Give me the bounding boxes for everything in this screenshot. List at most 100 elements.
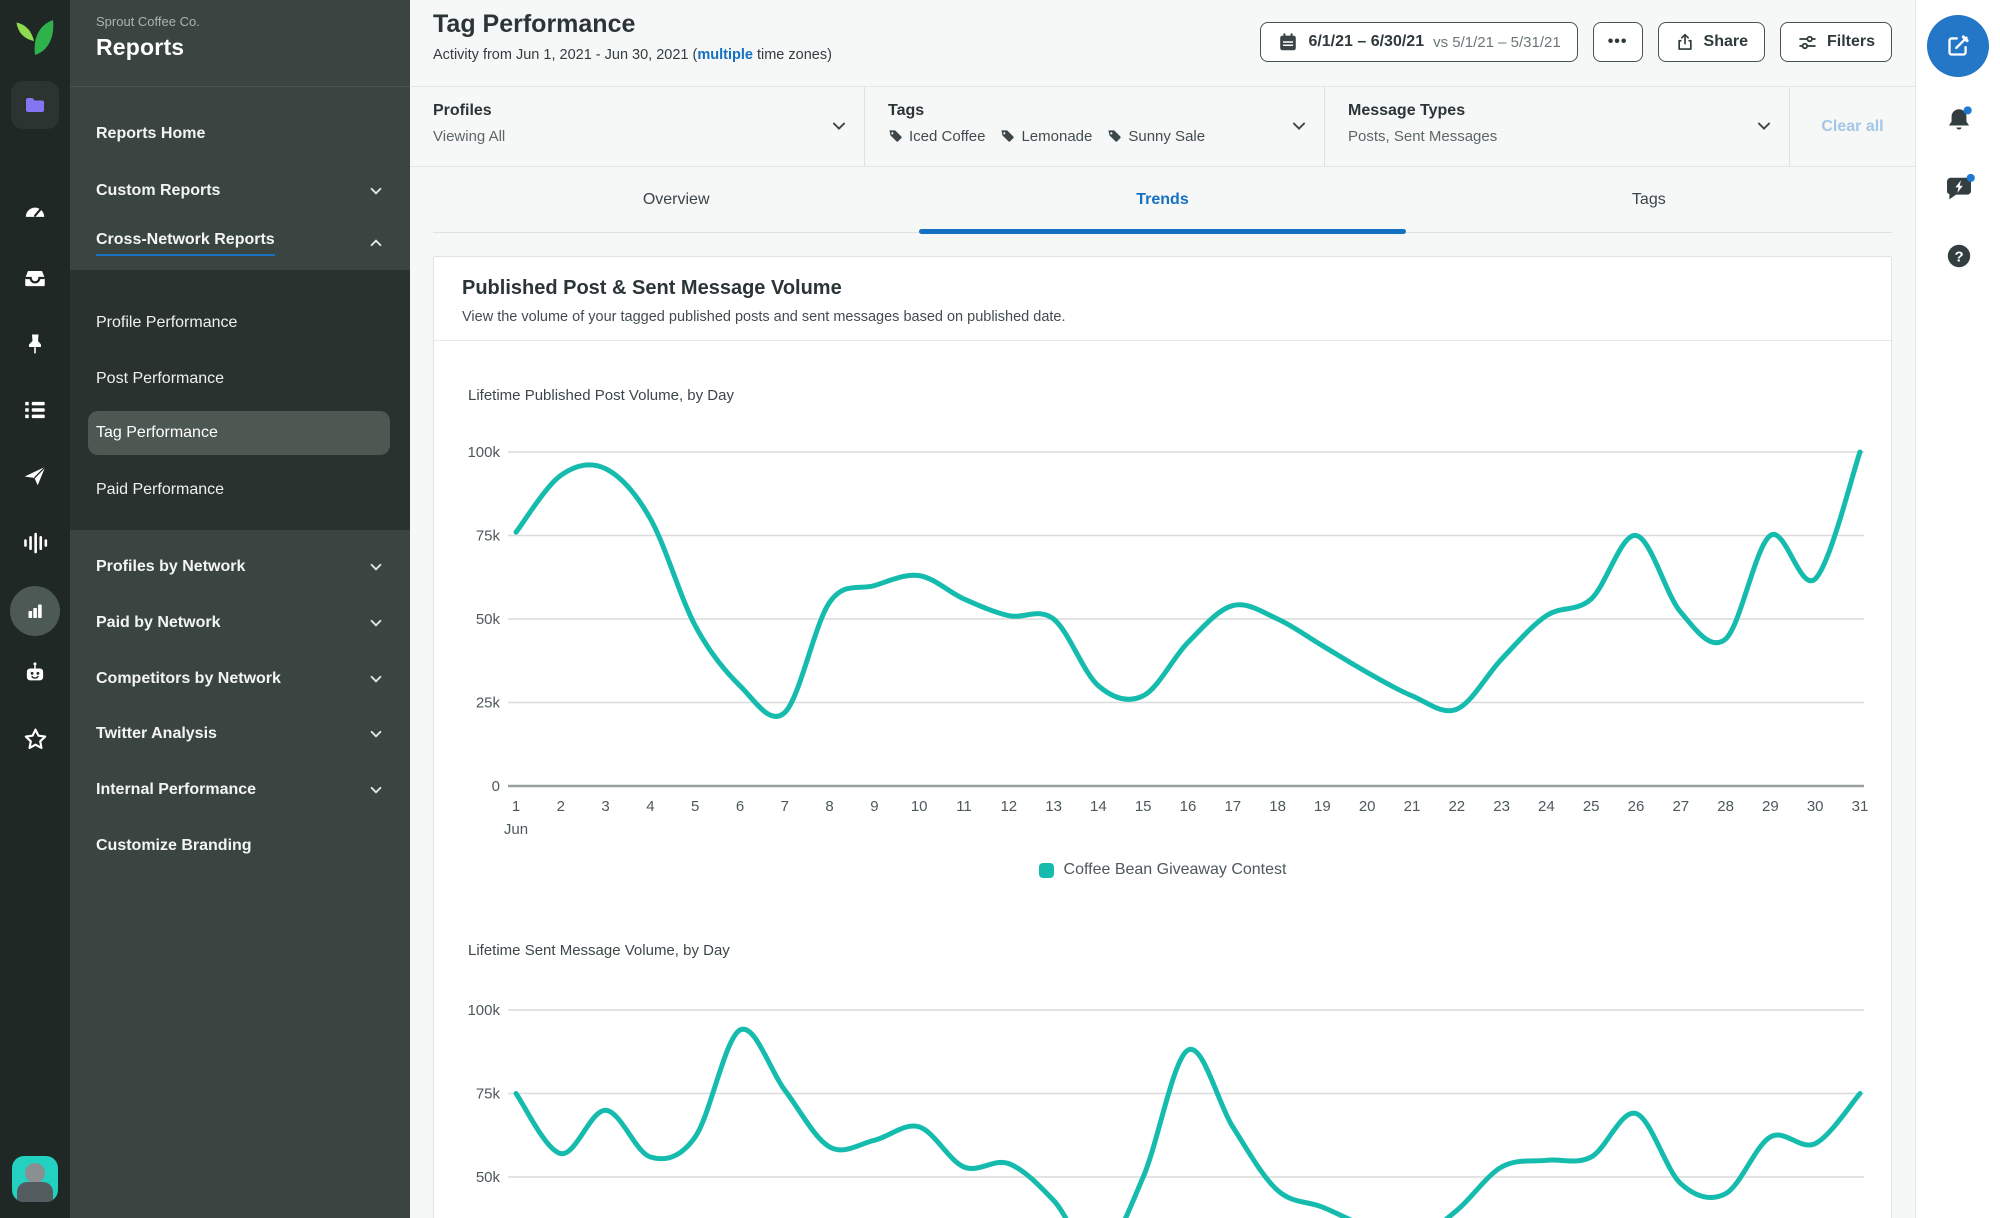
date-range-label: 6/1/21 – 6/30/21 — [1308, 33, 1425, 50]
notifications-button[interactable] — [1916, 102, 2000, 142]
sidebar-item-profile-performance[interactable]: Profile Performance — [96, 311, 384, 335]
tag-chip-label: Lemonade — [1021, 128, 1093, 145]
sidebar-item-reports[interactable] — [0, 586, 70, 636]
date-range-button[interactable]: 6/1/21 – 6/30/21 vs 5/1/21 – 5/31/21 — [1260, 22, 1578, 62]
sidebar-item-automation[interactable] — [0, 658, 70, 688]
sidebar-item-dashboard[interactable] — [0, 198, 70, 226]
notification-badge — [1963, 106, 1972, 115]
sidebar-item-customize-branding[interactable]: Customize Branding — [96, 834, 384, 858]
svg-text:16: 16 — [1180, 798, 1197, 815]
sidebar-item-label: Profiles by Network — [96, 558, 246, 575]
multiple-timezones-link[interactable]: multiple — [697, 47, 753, 63]
svg-text:30: 30 — [1807, 798, 1824, 815]
user-avatar[interactable] — [0, 1155, 70, 1203]
sidebar-item-favorites[interactable] — [0, 724, 70, 754]
svg-text:50k: 50k — [476, 1169, 501, 1186]
svg-text:21: 21 — [1404, 798, 1421, 815]
legend-label: Coffee Bean Giveaway Contest — [1063, 861, 1287, 878]
tag-chip: Sunny Sale — [1107, 128, 1205, 145]
sidebar-item-label: Customize Branding — [96, 837, 252, 854]
svg-text:11: 11 — [956, 798, 972, 815]
filters-button[interactable]: Filters — [1779, 22, 1892, 62]
ellipsis-icon: ••• — [1607, 33, 1628, 50]
help-button[interactable]: ? — [1916, 240, 2000, 276]
chevron-down-icon — [370, 563, 382, 571]
svg-text:50k: 50k — [476, 611, 501, 628]
sidebar-item-label: Custom Reports — [96, 182, 221, 199]
sidebar-title: Reports — [96, 34, 185, 60]
sent-message-volume-chart[interactable]: 100k75k50k25k012345678910111213141516171… — [444, 965, 1894, 1218]
sidebar-item-profiles-by-network[interactable]: Profiles by Network — [96, 555, 384, 579]
sidebar-header: Sprout Coffee Co. Reports — [70, 0, 410, 87]
pin-icon — [29, 334, 41, 354]
sidebar-item-twitter-analysis[interactable]: Twitter Analysis — [96, 722, 384, 746]
sidebar-item-paid-performance[interactable]: Paid Performance — [96, 478, 384, 502]
tab-overview[interactable]: Overview — [433, 167, 919, 232]
tags-filter-values: Iced Coffee Lemonade Sunny Sale — [888, 128, 1284, 145]
sidebar-item-label: Tag Performance — [96, 424, 218, 441]
sidebar-item-internal-performance[interactable]: Internal Performance — [96, 778, 384, 802]
more-options-button[interactable]: ••• — [1592, 22, 1643, 62]
published-post-volume-chart[interactable]: 100k 75k 50k 25k 0 1 2 3 4 5 6 7 8 9 10 11 12 13 14 15 16 17 1… — [444, 407, 1894, 867]
sidebar-item-tasks[interactable] — [0, 396, 70, 424]
page-subtitle: Activity from Jun 1, 2021 - Jun 30, 2021… — [433, 47, 832, 63]
star-icon — [24, 728, 46, 749]
tag-chip: Iced Coffee — [888, 128, 985, 145]
tab-trends[interactable]: Trends — [919, 167, 1406, 234]
org-name: Sprout Coffee Co. — [96, 14, 200, 29]
compose-button[interactable] — [1927, 15, 1989, 77]
sidebar-item-cross-network-reports[interactable]: Cross-Network Reports — [96, 231, 384, 256]
sidebar-item-competitors-by-network[interactable]: Competitors by Network — [96, 667, 384, 691]
profiles-filter[interactable]: Profiles Viewing All — [410, 87, 865, 166]
svg-text:24: 24 — [1538, 798, 1555, 815]
published-chart-label: Lifetime Published Post Volume, by Day — [468, 387, 734, 404]
card-header: Published Post & Sent Message Volume Vie… — [434, 257, 1891, 341]
sidebar-item-pinned[interactable] — [0, 330, 70, 358]
svg-text:12: 12 — [1000, 798, 1017, 815]
svg-text:4: 4 — [646, 798, 654, 815]
clear-all-button[interactable]: Clear all — [1790, 87, 1915, 166]
svg-text:26: 26 — [1628, 798, 1645, 815]
message-types-filter[interactable]: Message Types Posts, Sent Messages — [1325, 87, 1790, 166]
folder-icon — [26, 98, 44, 112]
sidebar-item-label: Paid Performance — [96, 481, 225, 498]
sidebar-item-custom-reports[interactable]: Custom Reports — [96, 179, 384, 203]
list-icon — [25, 401, 45, 419]
svg-text:28: 28 — [1717, 798, 1734, 815]
sidebar-item-tag-performance-selected[interactable]: Tag Performance — [88, 411, 390, 455]
filters-label: Filters — [1826, 33, 1875, 50]
svg-text:5: 5 — [691, 798, 699, 815]
question-mark-icon: ? — [1947, 244, 1970, 268]
sidebar-item-inbox[interactable] — [0, 264, 70, 292]
sidebar-item-listening[interactable] — [0, 529, 70, 557]
page-title: Tag Performance — [433, 10, 636, 38]
message-types-filter-label: Message Types — [1348, 102, 1466, 119]
compose-pencil-icon — [1948, 35, 1969, 56]
svg-text:7: 7 — [781, 798, 789, 815]
sidebar-item-paid-by-network[interactable]: Paid by Network — [96, 611, 384, 635]
card-description: View the volume of your tagged published… — [462, 309, 1066, 325]
svg-text:17: 17 — [1224, 798, 1241, 815]
svg-text:22: 22 — [1448, 798, 1465, 815]
svg-text:25k: 25k — [476, 695, 501, 712]
share-button[interactable]: Share — [1657, 22, 1765, 62]
sprout-leaf-icon — [16, 20, 54, 55]
tag-icon — [1001, 130, 1015, 142]
tab-tags[interactable]: Tags — [1406, 167, 1892, 232]
sidebar-item-label: Reports Home — [96, 125, 206, 142]
svg-text:75k: 75k — [476, 1086, 501, 1103]
svg-text:13: 13 — [1045, 798, 1062, 815]
tags-filter[interactable]: Tags Iced Coffee Lemonade Sunny Sale — [865, 87, 1325, 166]
sidebar-item-publishing[interactable] — [0, 462, 70, 490]
sidebar-item-post-performance[interactable]: Post Performance — [96, 367, 384, 391]
chevron-down-icon — [1292, 122, 1306, 130]
app-root: Sprout Coffee Co. Reports Reports Home C… — [0, 0, 2000, 1218]
sprout-logo[interactable] — [0, 14, 70, 60]
tag-chip: Lemonade — [1000, 128, 1092, 145]
tag-chip-label: Sunny Sale — [1128, 128, 1206, 145]
sidebar-item-folders[interactable] — [0, 81, 70, 129]
sidebar-item-reports-home[interactable]: Reports Home — [96, 122, 384, 146]
feedback-button[interactable] — [1916, 170, 2000, 210]
inbox-icon — [25, 270, 45, 287]
svg-text:15: 15 — [1135, 798, 1152, 815]
